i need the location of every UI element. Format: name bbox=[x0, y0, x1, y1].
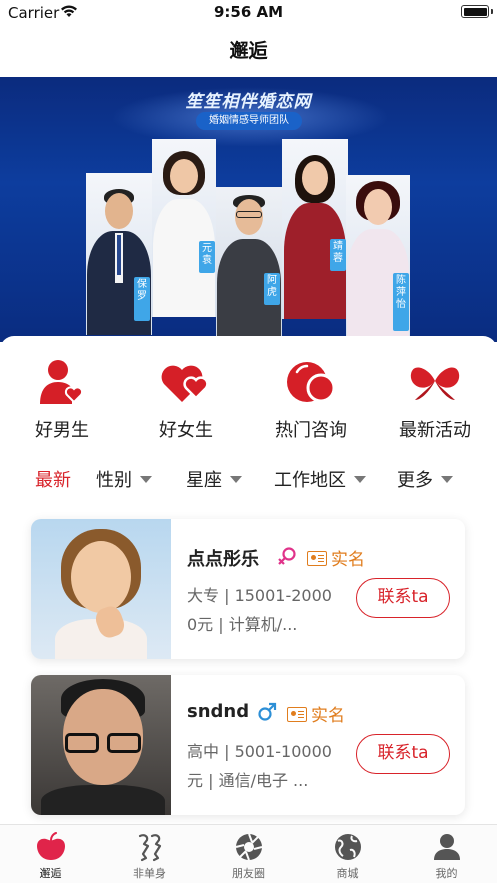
user-info: 大专 | 15001-20000元 | 计算机/... bbox=[187, 586, 332, 634]
user-card[interactable]: 点点彤乐 实名 大专 | 15001-20000元 | 计算机/... 联系ta bbox=[31, 519, 465, 659]
filter-label: 性别 bbox=[96, 470, 132, 491]
filter-bar: 最新 性别 星座 工作地区 更多 bbox=[0, 466, 497, 496]
mentor-name-4: 靖蓉 bbox=[330, 239, 346, 271]
planet-icon bbox=[334, 834, 361, 860]
chevron-down-icon bbox=[354, 475, 366, 483]
tab-moments[interactable]: 朋友圈 bbox=[199, 825, 298, 884]
category-label: 好男生 bbox=[35, 420, 89, 441]
status-bar: Carrier 9:56 AM bbox=[0, 0, 497, 26]
double-heart-icon bbox=[161, 365, 209, 402]
filter-label: 星座 bbox=[186, 470, 222, 491]
nav-bar: 邂逅 bbox=[0, 26, 497, 76]
filter-zodiac[interactable]: 星座 bbox=[186, 466, 242, 496]
chevron-down-icon bbox=[230, 475, 242, 483]
tab-label: 商城 bbox=[336, 867, 359, 880]
contact-button[interactable]: 联系ta bbox=[356, 578, 450, 618]
mentor-photo-2 bbox=[152, 139, 216, 317]
mentor-photo-4 bbox=[282, 139, 348, 319]
user-photo bbox=[31, 675, 171, 815]
filter-label: 工作地区 bbox=[274, 470, 346, 491]
user-name: sndnd bbox=[187, 701, 250, 722]
category-latest-events[interactable]: 最新活动 bbox=[380, 356, 490, 442]
filter-latest[interactable]: 最新 bbox=[35, 466, 71, 496]
category-good-women[interactable]: 好女生 bbox=[131, 356, 241, 442]
verified-label: 实名 bbox=[311, 706, 345, 726]
page-title: 邂逅 bbox=[229, 40, 268, 62]
tab-label: 朋友圈 bbox=[232, 867, 265, 880]
verified-badge: 实名 bbox=[287, 701, 345, 726]
tab-mall[interactable]: 商城 bbox=[298, 825, 397, 884]
female-icon bbox=[278, 547, 296, 565]
tab-encounter[interactable]: 邂逅 bbox=[1, 825, 100, 884]
category-hot-consult[interactable]: 热门咨询 bbox=[256, 356, 366, 442]
verified-badge: 实名 bbox=[307, 545, 365, 570]
male-icon bbox=[258, 702, 277, 721]
category-good-men[interactable]: 好男生 bbox=[7, 356, 117, 442]
verified-label: 实名 bbox=[331, 550, 365, 570]
mentor-photo-3 bbox=[216, 187, 282, 342]
user-icon bbox=[433, 834, 460, 860]
heart-apple-icon bbox=[36, 832, 65, 860]
id-card-icon bbox=[287, 706, 307, 722]
couple-icon bbox=[138, 834, 161, 862]
category-label: 最新活动 bbox=[399, 420, 471, 441]
filter-label: 更多 bbox=[397, 470, 433, 491]
contact-button[interactable]: 联系ta bbox=[356, 734, 450, 774]
tab-label: 非单身 bbox=[133, 867, 166, 880]
bubble-circles-icon bbox=[287, 362, 336, 403]
tab-not-single[interactable]: 非单身 bbox=[100, 825, 199, 884]
tab-mine[interactable]: 我的 bbox=[397, 825, 496, 884]
category-label: 好女生 bbox=[159, 420, 213, 441]
battery-icon bbox=[461, 5, 493, 18]
chevron-down-icon bbox=[441, 475, 453, 483]
aperture-icon bbox=[235, 833, 262, 861]
filter-gender[interactable]: 性别 bbox=[96, 466, 152, 496]
mentor-name-5: 陈萍怡 bbox=[393, 273, 409, 331]
banner-title: 笙笙相伴婚恋网 bbox=[185, 92, 312, 112]
tab-label: 邂逅 bbox=[39, 867, 62, 880]
chevron-down-icon bbox=[140, 475, 152, 483]
filter-more[interactable]: 更多 bbox=[397, 466, 453, 496]
user-card[interactable]: sndnd 实名 高中 | 5001-10000元 | 通信/电子 ... 联系… bbox=[31, 675, 465, 815]
tab-bar: 邂逅 非单身 朋友圈 商城 我的 bbox=[0, 824, 497, 883]
filter-work-region[interactable]: 工作地区 bbox=[274, 466, 366, 496]
category-label: 热门咨询 bbox=[275, 420, 347, 441]
mentor-name-1: 保罗 bbox=[134, 277, 150, 321]
mentor-name-3: 阿虎 bbox=[264, 273, 280, 305]
user-name: 点点彤乐 bbox=[187, 549, 259, 570]
clock: 9:56 AM bbox=[213, 3, 284, 21]
banner-subtitle: 婚姻情感导师团队 bbox=[196, 112, 302, 130]
user-info: 高中 | 5001-10000元 | 通信/电子 ... bbox=[187, 742, 332, 790]
id-card-icon bbox=[307, 550, 327, 566]
user-photo bbox=[31, 519, 171, 659]
mentor-name-2: 元袁 bbox=[199, 241, 215, 273]
male-user-heart-icon bbox=[40, 360, 84, 404]
ribbon-hearts-icon bbox=[410, 367, 460, 400]
tab-label: 我的 bbox=[435, 867, 458, 880]
promo-banner[interactable]: 笙笙相伴婚恋网 婚姻情感导师团队 保罗 元袁 阿虎 靖蓉 陈萍怡 bbox=[0, 77, 497, 342]
